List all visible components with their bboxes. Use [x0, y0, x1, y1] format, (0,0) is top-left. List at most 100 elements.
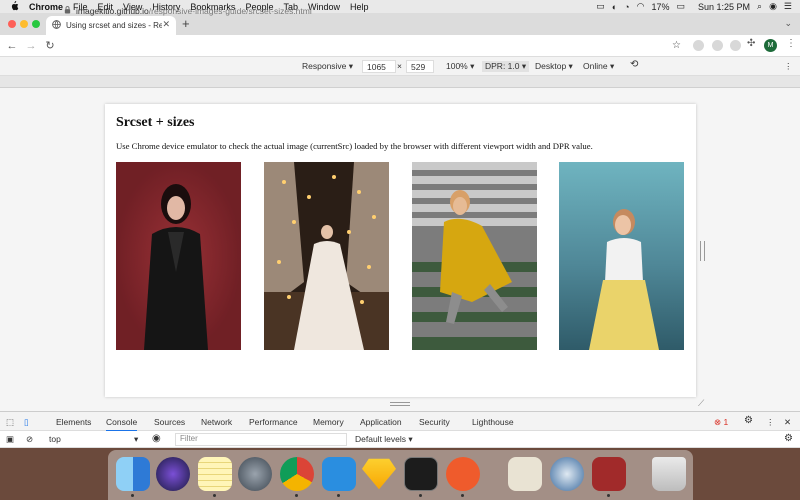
bookmark-star-icon[interactable]: ☆ — [672, 40, 681, 51]
console-filter-input[interactable]: Filter — [175, 433, 347, 446]
running-indicator — [295, 494, 298, 497]
extension-icon[interactable] — [730, 40, 741, 51]
clock[interactable]: Sun 1:25 PM — [698, 2, 750, 12]
page-title: Srcset + sizes — [116, 115, 195, 130]
close-devtools-icon[interactable]: ✕ — [784, 417, 791, 428]
device-mode-select[interactable]: Responsive ▾ — [302, 61, 353, 72]
photo-woman-sea — [559, 162, 684, 350]
dpr-select[interactable]: DPR: 1.0 ▾ — [482, 61, 530, 72]
device-toolbar-more-icon[interactable]: ⋮ — [784, 61, 793, 72]
siri-icon[interactable] — [156, 457, 190, 491]
photo-woman-yellow-dress — [412, 162, 537, 350]
terminal-icon[interactable] — [404, 457, 438, 491]
clock-status-icon[interactable]: ◔ — [624, 2, 629, 12]
tab-elements[interactable]: Elements — [56, 417, 91, 427]
page-description: Use Chrome device emulator to check the … — [116, 141, 593, 151]
puzzle-icon[interactable]: ✣ — [747, 38, 755, 49]
apple-menu-icon[interactable] — [10, 0, 19, 13]
back-icon[interactable]: ← — [5, 40, 19, 52]
tab-console[interactable]: Console — [106, 417, 138, 432]
tab-search-icon[interactable]: ⌄ — [784, 18, 792, 29]
wifi-icon[interactable]: ◠ — [637, 1, 645, 12]
chrome-app-icon[interactable] — [280, 457, 314, 491]
tab-network[interactable]: Network — [201, 417, 232, 427]
tab-performance[interactable]: Performance — [249, 417, 298, 427]
device-toolbar: Responsive ▾ 1065 × 529 100% ▾ DPR: 1.0 … — [0, 57, 800, 76]
devtools-more-icon[interactable]: ⋮ — [766, 417, 775, 428]
tab-security[interactable]: Security — [419, 417, 450, 427]
viewport-resize-handle-right[interactable] — [700, 241, 705, 261]
lock-icon[interactable] — [64, 6, 71, 16]
battery-percent[interactable]: 17% — [651, 2, 669, 12]
chrome-menu-icon[interactable]: ⋮ — [786, 38, 796, 49]
running-indicator — [131, 494, 134, 497]
extension-icon[interactable] — [712, 40, 723, 51]
viewport-width-input[interactable]: 1065 — [362, 60, 396, 73]
zoom-select[interactable]: 100% ▾ — [446, 61, 474, 72]
tab-application[interactable]: Application — [360, 417, 402, 427]
forward-icon[interactable]: → — [24, 40, 38, 52]
menu-window[interactable]: Window — [308, 2, 340, 12]
tab-sources[interactable]: Sources — [154, 417, 185, 427]
menubar-status-area: ▭ ◐ ◔ ◠ 17% ▭ Sun 1:25 PM ⌕ ◉ ☰ — [596, 0, 792, 13]
battery-icon[interactable]: ▭ — [676, 1, 685, 12]
url-path: /responsive-images-guide/srcset-sizes.ht… — [148, 6, 312, 16]
shield-icon[interactable]: ◐ — [612, 2, 617, 12]
context-select[interactable]: top ▾ — [49, 434, 138, 444]
console-toolbar: ▣ ⊘ top ▾ ◉ Filter Default levels ▾ ⚙ — [0, 431, 800, 448]
globe-icon — [52, 20, 61, 31]
console-settings-icon[interactable]: ⚙ — [784, 433, 793, 444]
web-page: Srcset + sizes Use Chrome device emulato… — [105, 104, 696, 397]
tab-lighthouse[interactable]: Lighthouse — [472, 417, 514, 427]
devtools-tabbar: ⬚ ▯ Elements Console Sources Network Per… — [0, 411, 800, 432]
finder-icon[interactable] — [116, 457, 150, 491]
notification-center-icon[interactable]: ☰ — [784, 1, 792, 12]
running-indicator — [607, 494, 610, 497]
running-indicator — [461, 494, 464, 497]
url-host: imagekitio.github.io — [76, 6, 149, 16]
extension-icon[interactable] — [693, 40, 704, 51]
photo-bride-lights — [264, 162, 389, 350]
close-tab-icon[interactable]: ✕ — [162, 19, 170, 30]
profile-avatar[interactable]: M — [764, 39, 777, 52]
menu-chrome[interactable]: Chrome — [29, 2, 63, 12]
minimize-window-button[interactable] — [20, 20, 28, 28]
address-bar[interactable]: imagekitio.github.io/responsive-images-g… — [64, 4, 312, 18]
close-window-button[interactable] — [8, 20, 16, 28]
mail-stamp-icon[interactable] — [508, 457, 542, 491]
reload-icon[interactable]: ↻ — [43, 39, 57, 52]
quicktime-icon[interactable] — [550, 457, 584, 491]
inspect-element-icon[interactable]: ⬚ — [6, 417, 14, 428]
new-tab-icon[interactable]: + — [182, 16, 190, 31]
media-query-ruler[interactable] — [0, 76, 800, 88]
postman-icon[interactable] — [446, 457, 480, 491]
rotate-icon[interactable]: ⟲ — [630, 59, 638, 70]
eye-icon[interactable]: ◉ — [152, 433, 161, 444]
tab-memory[interactable]: Memory — [313, 417, 344, 427]
dimension-separator-icon: × — [397, 61, 402, 71]
siri-icon[interactable]: ◉ — [769, 1, 777, 12]
device-toggle-icon[interactable]: ▯ — [24, 417, 29, 428]
network-throttle-select[interactable]: Online ▾ — [583, 61, 614, 72]
launchpad-icon[interactable] — [238, 457, 272, 491]
running-indicator — [213, 494, 216, 497]
sidebar-toggle-icon[interactable]: ▣ — [6, 434, 14, 445]
vscode-icon[interactable] — [322, 457, 356, 491]
zoom-window-button[interactable] — [32, 20, 40, 28]
device-type-select[interactable]: Desktop ▾ — [535, 61, 573, 72]
browser-tab[interactable]: Using srcset and sizes - Respo ✕ — [46, 16, 176, 35]
viewport-resize-handle-bottom[interactable] — [390, 402, 410, 406]
dictionary-icon[interactable] — [592, 457, 626, 491]
menu-help[interactable]: Help — [350, 2, 369, 12]
log-levels-select[interactable]: Default levels ▾ — [355, 434, 413, 445]
spotlight-icon[interactable]: ⌕ — [757, 1, 762, 12]
trash-icon[interactable] — [652, 457, 686, 491]
viewport-resize-corner-icon[interactable]: ⟋ — [698, 398, 704, 409]
settings-gear-icon[interactable]: ⚙ — [744, 415, 753, 426]
notes-icon[interactable] — [198, 457, 232, 491]
running-indicator — [419, 494, 422, 497]
clear-console-icon[interactable]: ⊘ — [26, 434, 33, 445]
viewport-height-input[interactable]: 529 — [406, 60, 434, 73]
cast-icon[interactable]: ▭ — [596, 1, 605, 12]
error-count-badge[interactable]: ⊗ 1 — [714, 417, 728, 428]
